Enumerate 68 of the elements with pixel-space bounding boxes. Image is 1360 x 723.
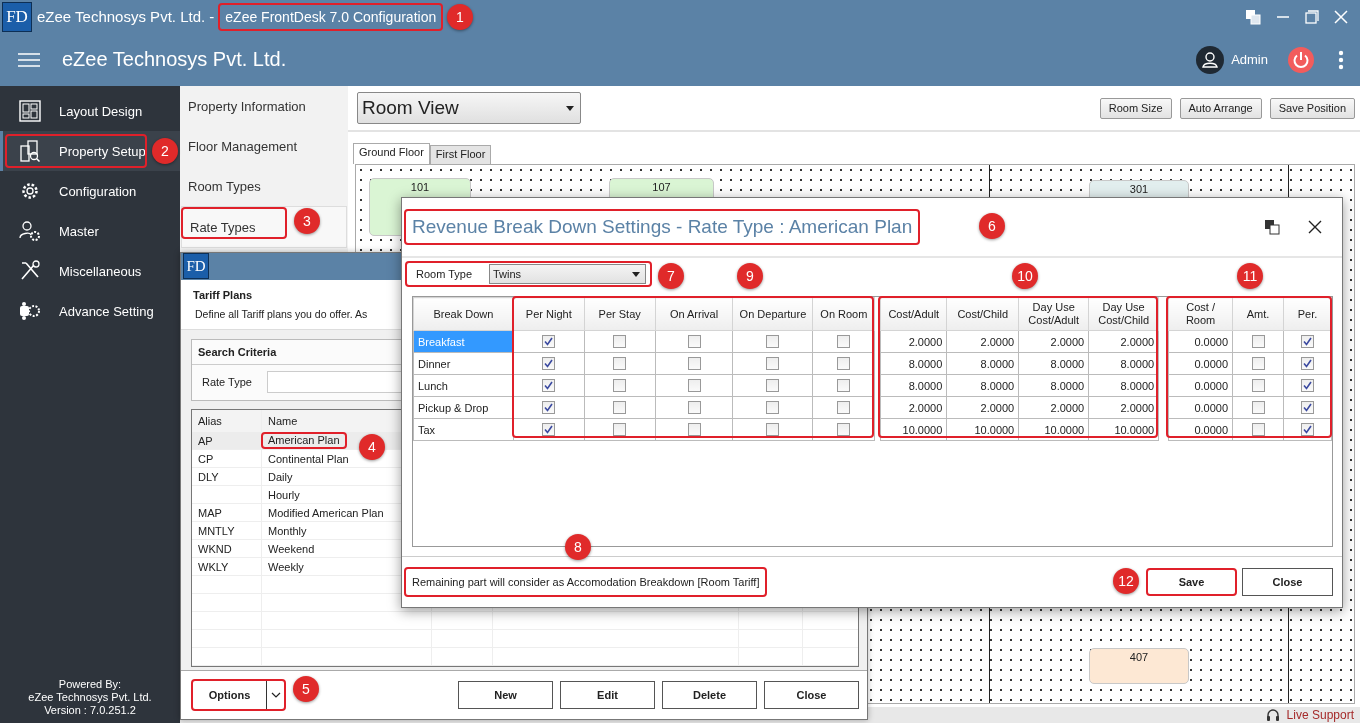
column-header: On Arrival — [669, 307, 719, 320]
table-cell: 8.0000 — [1120, 379, 1155, 392]
table-cell: American Plan — [261, 432, 347, 450]
field-label: Rate Type — [202, 376, 253, 389]
column-header: Day Use Cost/Adult — [1028, 301, 1080, 326]
app-logo: FD — [183, 253, 209, 280]
table-cell: Weekend — [268, 542, 315, 555]
table-cell: MNTLY — [198, 524, 235, 537]
section-title: Tariff Plans — [193, 288, 254, 301]
table-cell: Daily — [268, 470, 293, 483]
column-header: On Room — [820, 307, 868, 320]
table-cell: 8.0000 — [908, 357, 943, 370]
table-cell: Hourly — [268, 488, 300, 501]
field-label: Room Type — [416, 268, 474, 280]
table-cell: 2.0000 — [980, 335, 1015, 348]
table-cell: Weekly — [268, 560, 304, 573]
table-cell: 2.0000 — [1120, 335, 1155, 348]
column-header: Day Use Cost/Child — [1098, 301, 1150, 326]
dialog-title: Revenue Break Down Settings - Rate Type : American Plan — [404, 209, 921, 245]
table-cell: WKND — [198, 542, 232, 555]
app-logo: FD — [2, 1, 32, 32]
table-cell: 8.0000 — [908, 379, 943, 392]
table-cell: Modified American Plan — [268, 506, 384, 519]
column-header: Cost/Child — [957, 307, 1009, 320]
table-cell: 2.0000 — [908, 401, 943, 414]
table-cell: AP — [198, 434, 213, 447]
table-cell: 8.0000 — [1050, 357, 1085, 370]
table-cell: 10.0000 — [902, 423, 943, 436]
section-description: Define all Tariff plans you do offer. As — [195, 307, 368, 320]
table-cell: 10.0000 — [974, 423, 1015, 436]
column-header: Cost/Adult — [888, 307, 940, 320]
window-company: eZee Technosys Pvt. Ltd. - — [37, 8, 215, 25]
table-cell: 0.0000 — [1194, 357, 1229, 370]
table-cell: 0.0000 — [1194, 401, 1229, 414]
panel-title: Search Criteria — [198, 346, 277, 359]
company-name: eZee Technosys Pvt. Ltd. — [62, 48, 287, 71]
table-cell: 0.0000 — [1194, 335, 1229, 348]
table-cell: 8.0000 — [1120, 357, 1155, 370]
footer-text: Powered By: — [58, 678, 122, 691]
footer-text: eZee Technosys Pvt. Ltd. — [28, 691, 152, 704]
table-cell: 2.0000 — [980, 401, 1015, 414]
table-cell: 2.0000 — [1050, 401, 1085, 414]
table-cell: 8.0000 — [980, 379, 1015, 392]
table-cell: Continental Plan — [268, 452, 349, 465]
table-cell: 8.0000 — [980, 357, 1015, 370]
table-cell: 8.0000 — [1050, 379, 1085, 392]
column-header: Cost / Room — [1185, 301, 1216, 326]
window-title: eZee FrontDesk 7.0 Configuration — [218, 2, 444, 31]
table-cell: 0.0000 — [1194, 423, 1229, 436]
table-cell: 10.0000 — [1114, 423, 1155, 436]
table-cell: MAP — [198, 506, 222, 519]
table-cell: 2.0000 — [1050, 335, 1085, 348]
table-cell: 0.0000 — [1194, 379, 1229, 392]
table-cell: 2.0000 — [1120, 401, 1155, 414]
table-cell: 2.0000 — [908, 335, 943, 348]
column-header: Break Down — [433, 307, 494, 320]
table-cell: 10.0000 — [1044, 423, 1085, 436]
info-note: Remaining part will consider as Accomodation Breakdown [Room Tariff] — [404, 567, 768, 597]
column-header: Per. — [1297, 307, 1318, 320]
table-cell: Monthly — [268, 524, 307, 537]
column-header: Per Night — [525, 307, 572, 320]
column-header: On Departure — [739, 307, 807, 320]
table-cell: CP — [198, 452, 214, 465]
table-cell: DLY — [198, 470, 219, 483]
column-header: Amt. — [1246, 307, 1270, 320]
footer-text: Version : 7.0.251.2 — [44, 704, 136, 717]
table-cell: WKLY — [198, 560, 229, 573]
column-header: Per Stay — [598, 307, 641, 320]
